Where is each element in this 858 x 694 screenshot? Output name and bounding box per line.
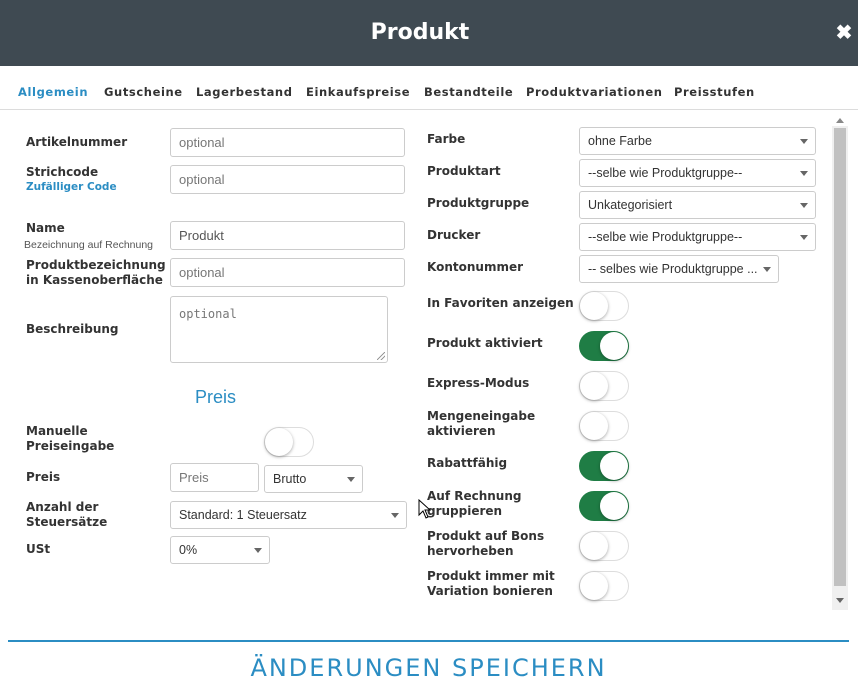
express-label: Express-Modus: [427, 376, 530, 390]
rabattfaehig-toggle[interactable]: [579, 451, 629, 481]
kassen-label-line1: Produktbezeichnung: [26, 258, 166, 272]
steuersaetze-select[interactable]: Standard: 1 Steuersatz: [170, 501, 407, 529]
aktiviert-label: Produkt aktiviert: [427, 336, 543, 350]
preis-mode-value: Brutto: [273, 472, 307, 486]
kassen-input[interactable]: optional: [170, 258, 405, 287]
drucker-value: --selbe wie Produktgruppe--: [588, 230, 743, 244]
produktart-select[interactable]: --selbe wie Produktgruppe--: [579, 159, 816, 187]
strichcode-label: Strichcode: [26, 165, 99, 179]
steuer-label-line2: Steuersätze: [26, 515, 108, 529]
preis-input[interactable]: Preis: [170, 463, 259, 492]
toggle-knob: [580, 372, 608, 400]
close-icon[interactable]: ✖: [834, 22, 854, 44]
produktgruppe-value: Unkategorisiert: [588, 198, 673, 212]
toggle-knob: [600, 452, 628, 480]
tab-gutscheine[interactable]: Gutscheine: [104, 85, 183, 99]
preis-section-title: Preis: [195, 387, 237, 407]
bons-hervorheben-toggle[interactable]: [579, 531, 629, 561]
produktart-label: Produktart: [427, 164, 501, 178]
scroll-up-icon[interactable]: [836, 118, 844, 123]
save-changes-button[interactable]: ÄNDERUNGEN SPEICHERN: [8, 648, 849, 688]
beschreibung-textarea[interactable]: optional: [170, 296, 388, 363]
variation-label-line1: Produkt immer mit: [427, 569, 555, 583]
beschreibung-label: Beschreibung: [26, 322, 119, 336]
aktiviert-toggle[interactable]: [579, 331, 629, 361]
ust-select[interactable]: 0%: [170, 536, 270, 564]
preis-mode-select[interactable]: Brutto: [264, 465, 363, 493]
farbe-value: ohne Farbe: [588, 134, 652, 148]
toggle-knob: [580, 532, 608, 560]
chevron-down-icon: [800, 235, 808, 240]
toggle-knob: [580, 292, 608, 320]
toggle-knob: [600, 492, 628, 520]
produktgruppe-label: Produktgruppe: [427, 196, 530, 210]
tab-produktvariationen[interactable]: Produktvariationen: [526, 85, 663, 99]
mengeneingabe-toggle[interactable]: [579, 411, 629, 441]
chevron-down-icon: [763, 267, 771, 272]
resize-handle-icon[interactable]: [377, 352, 385, 360]
random-code-link[interactable]: Zufälliger Code: [26, 181, 117, 193]
manuelle-label-line2: Preiseingabe: [26, 439, 115, 453]
rechnung-label-line1: Auf Rechnung: [427, 489, 522, 503]
toggle-knob: [580, 572, 608, 600]
modal-title: Produkt: [370, 20, 470, 45]
tab-einkaufspreise[interactable]: Einkaufspreise: [306, 85, 410, 99]
manuelle-label-line1: Manuelle: [26, 424, 88, 438]
steuer-label-line1: Anzahl der: [26, 500, 99, 514]
produktart-value: --selbe wie Produktgruppe--: [588, 166, 743, 180]
tab-bestandteile[interactable]: Bestandteile: [424, 85, 513, 99]
bons-label-line1: Produkt auf Bons: [427, 529, 545, 543]
variation-bonieren-toggle[interactable]: [579, 571, 629, 601]
chevron-down-icon: [254, 548, 262, 553]
ust-label: USt: [26, 542, 51, 556]
chevron-down-icon: [347, 477, 355, 482]
farbe-label: Farbe: [427, 132, 466, 146]
toggle-knob: [580, 412, 608, 440]
beschreibung-placeholder: optional: [179, 307, 237, 321]
scrollbar-thumb[interactable]: [834, 128, 846, 586]
favoriten-toggle[interactable]: [579, 291, 629, 321]
variation-label-line2: Variation bonieren: [427, 584, 553, 598]
tab-allgemein[interactable]: Allgemein: [18, 85, 88, 99]
name-sublabel: Bezeichnung auf Rechnung: [24, 239, 154, 251]
scroll-down-icon[interactable]: [836, 598, 844, 603]
ust-value: 0%: [179, 543, 198, 557]
preis-label: Preis: [26, 470, 61, 484]
kontonummer-select[interactable]: -- selbes wie Produktgruppe ...: [579, 255, 779, 283]
rechnung-gruppieren-toggle[interactable]: [579, 491, 629, 521]
mouse-cursor-icon: [418, 499, 432, 519]
express-toggle[interactable]: [579, 371, 629, 401]
strichcode-input[interactable]: optional: [170, 165, 405, 194]
kassen-label-line2: in Kassenoberfläche: [26, 273, 163, 287]
footer-divider: [8, 640, 849, 642]
produktgruppe-select[interactable]: Unkategorisiert: [579, 191, 816, 219]
modal-header: Produkt ✖: [0, 0, 858, 66]
drucker-select[interactable]: --selbe wie Produktgruppe--: [579, 223, 816, 251]
chevron-down-icon: [391, 513, 399, 518]
artikelnummer-input[interactable]: optional: [170, 128, 405, 157]
steuersaetze-value: Standard: 1 Steuersatz: [179, 508, 307, 522]
chevron-down-icon: [800, 139, 808, 144]
chevron-down-icon: [800, 171, 808, 176]
chevron-down-icon: [800, 203, 808, 208]
toggle-knob: [600, 332, 628, 360]
favoriten-label: In Favoriten anzeigen: [427, 296, 574, 310]
kontonummer-value: -- selbes wie Produktgruppe ...: [588, 262, 758, 276]
bons-label-line2: hervorheben: [427, 544, 514, 558]
mengeneingabe-label-line2: aktivieren: [427, 424, 496, 438]
tab-preisstufen[interactable]: Preisstufen: [674, 85, 755, 99]
toggle-knob: [265, 428, 293, 456]
artikelnummer-label: Artikelnummer: [26, 135, 128, 149]
manuelle-preiseingabe-toggle[interactable]: [264, 427, 314, 457]
mengeneingabe-label-line1: Mengeneingabe: [427, 409, 536, 423]
farbe-select[interactable]: ohne Farbe: [579, 127, 816, 155]
tab-bar: Allgemein Gutscheine Lagerbestand Einkau…: [0, 66, 858, 110]
kontonummer-label: Kontonummer: [427, 260, 524, 274]
name-label: Name: [26, 221, 65, 235]
drucker-label: Drucker: [427, 228, 481, 242]
name-input[interactable]: Produkt: [170, 221, 405, 250]
tab-lagerbestand[interactable]: Lagerbestand: [196, 85, 293, 99]
rechnung-label-line2: gruppieren: [427, 504, 503, 518]
rabattfaehig-label: Rabattfähig: [427, 456, 508, 470]
